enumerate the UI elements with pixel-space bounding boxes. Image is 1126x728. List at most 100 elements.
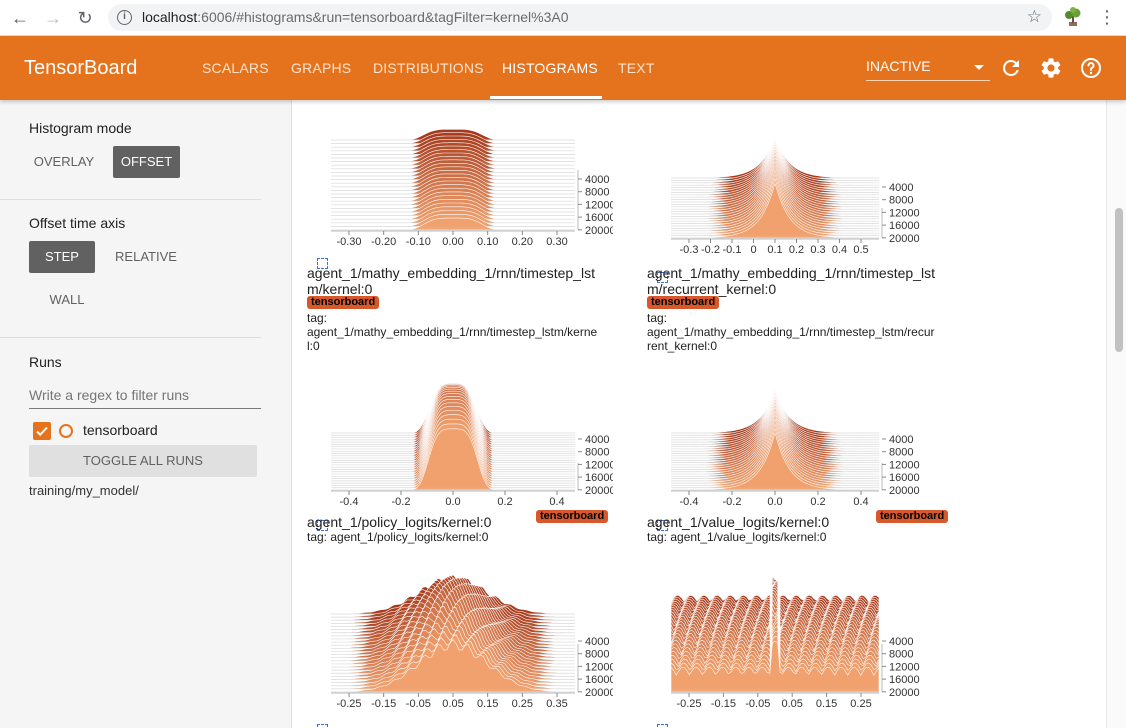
histogram-card: 4000 8000 12000 16000 20000 -0.4 -0.2 0.0 0.2 0.4… <box>633 358 973 548</box>
x-tick-label: -0.2 <box>723 496 742 508</box>
browser-toolbar: ← → ↻ i localhost:6006/#histograms&run=t… <box>0 0 1126 36</box>
run-color-icon <box>59 424 73 438</box>
tab-distributions[interactable]: DISTRIBUTIONS <box>373 60 484 76</box>
y-tick-label: 16000 <box>889 472 920 484</box>
y-tick-label: 12000 <box>585 459 613 471</box>
y-tick-label: 12000 <box>889 207 920 219</box>
browser-menu-icon[interactable]: ⋮ <box>1098 6 1116 30</box>
address-bar[interactable]: i localhost:6006/#histograms&run=tensorb… <box>108 4 1052 31</box>
y-tick-label: 4000 <box>889 636 913 648</box>
y-tick-label: 4000 <box>585 434 609 446</box>
x-tick-label: 0.0 <box>445 496 460 508</box>
x-tick-label: 0.4 <box>832 244 847 255</box>
x-tick-label: 0.1 <box>767 244 782 255</box>
wall-button[interactable]: WALL <box>38 284 96 316</box>
info-icon[interactable]: i <box>117 10 132 25</box>
x-tick-label: -0.4 <box>340 496 359 508</box>
help-icon[interactable] <box>1079 56 1103 80</box>
card-title: agent_1/value_logits/kernel:0 <box>647 514 830 530</box>
x-tick-label: 0.00 <box>442 236 463 248</box>
x-tick-label: 0.05 <box>781 698 802 710</box>
x-tick-label: -0.4 <box>680 496 699 508</box>
offset-button[interactable]: OFFSET <box>113 146 180 178</box>
tag-line: tag: <box>647 311 668 325</box>
run-checkbox[interactable] <box>33 422 51 440</box>
x-tick-label: -0.10 <box>406 236 431 248</box>
x-tick-label: -0.3 <box>680 244 699 255</box>
tab-text[interactable]: TEXT <box>618 60 655 76</box>
histogram-card: 4000 8000 12000 16000 20000 -0.25 -0.15 -0.05 0.… <box>293 552 633 728</box>
histogram-mode-title: Histogram mode <box>29 120 132 136</box>
card-title: agent_1/mathy_embedding_1/rnn/timestep_l… <box>307 265 595 297</box>
card-tag: tag: agent_1/mathy_embedding_1/rnn/timest… <box>307 311 597 353</box>
bookmark-star-icon[interactable]: ☆ <box>1027 7 1042 27</box>
y-tick-label: 8000 <box>585 447 609 459</box>
divider <box>0 199 261 200</box>
forward-icon[interactable]: → <box>41 6 65 30</box>
x-tick-label: 0.25 <box>850 698 871 710</box>
run-filter-input[interactable]: Write a regex to filter runs <box>29 387 261 409</box>
histogram-layer <box>670 431 880 491</box>
sidebar: Histogram mode OVERLAY OFFSET Offset tim… <box>0 100 292 728</box>
bonsai-extension-icon[interactable] <box>1062 6 1084 28</box>
tab-histograms[interactable]: HISTOGRAMS <box>502 60 598 76</box>
run-name: tensorboard <box>83 422 158 438</box>
scrollbar-thumb[interactable] <box>1115 208 1123 352</box>
scrollbar-track[interactable] <box>1106 100 1126 728</box>
tag-line: agent_1/mathy_embedding_1/rnn/timestep_l… <box>647 325 935 339</box>
y-tick-label: 8000 <box>585 187 609 199</box>
fit-domain-icon[interactable] <box>317 724 328 728</box>
histogram-card: 4000 8000 12000 16000 20000 -0.3 -0.2 -0.1 0 0.1 0… <box>633 100 973 355</box>
y-tick-label: 20000 <box>889 485 920 497</box>
toggle-all-runs-button[interactable]: TOGGLE ALL RUNS <box>29 445 257 477</box>
reload-icon[interactable]: ↻ <box>73 6 97 30</box>
x-tick-label: 0.2 <box>497 496 512 508</box>
x-tick-label: -0.15 <box>371 698 396 710</box>
run-badge: tensorboard <box>647 296 720 309</box>
offset-time-axis-title: Offset time axis <box>29 215 126 231</box>
tag-line: rent_kernel:0 <box>647 339 718 353</box>
back-icon[interactable]: ← <box>8 6 32 30</box>
y-tick-label: 4000 <box>585 174 609 186</box>
histogram-card: 4000 8000 12000 16000 20000 -0.4 -0.2 0.0 0.2 0.4… <box>293 358 633 548</box>
y-tick-label: 20000 <box>585 687 613 699</box>
card-title-line: m/kernel:0 <box>307 281 373 297</box>
overlay-button[interactable]: OVERLAY <box>29 146 99 178</box>
card-tag: tag: agent_1/mathy_embedding_1/rnn/timest… <box>647 311 935 353</box>
histogram-chart: 40008000120001600020000 -0.3 -0.2 -0.1 0 0.1 0… <box>670 134 920 255</box>
histogram-chart: 40008000120001600020000 -0.25 -0.15 -0.05 0.… <box>670 576 920 710</box>
refresh-icon[interactable] <box>999 56 1023 80</box>
histogram-chart: 40008000120001600020000 -0.4 -0.2 0.0 0.2 0.4 <box>670 386 920 508</box>
run-badge: tensorboard <box>307 296 380 309</box>
card-title: agent_1/mathy_embedding_1/rnn/timestep_l… <box>647 265 935 297</box>
histogram-layer <box>670 182 880 239</box>
x-tick-label: 0.20 <box>512 236 533 248</box>
y-tick-label: 20000 <box>585 485 613 497</box>
x-tick-label: 0.15 <box>816 698 837 710</box>
tag-line: agent_1/mathy_embedding_1/rnn/timestep_l… <box>307 325 598 339</box>
url-text[interactable]: localhost:6006/#histograms&run=tensorboa… <box>142 9 568 25</box>
app-title: TensorBoard <box>24 57 138 79</box>
inactive-plugins-select[interactable]: INACTIVE <box>866 58 990 81</box>
y-tick-label: 8000 <box>889 195 913 207</box>
chevron-down-icon <box>974 65 984 70</box>
y-tick-label: 16000 <box>585 212 613 224</box>
card-title: agent_1/policy_logits/kernel:0 <box>307 514 492 530</box>
card-tag: tag: agent_1/value_logits/kernel:0 <box>647 530 827 544</box>
fit-domain-icon[interactable] <box>657 724 668 728</box>
step-button[interactable]: STEP <box>29 241 95 273</box>
card-title-line: agent_1/mathy_embedding_1/rnn/timestep_l… <box>647 265 935 281</box>
active-tab-indicator <box>490 96 602 99</box>
x-tick-label: 0.3 <box>810 244 825 255</box>
x-tick-label: -0.2 <box>392 496 411 508</box>
tab-scalars[interactable]: SCALARS <box>202 60 269 76</box>
x-tick-label: -0.20 <box>371 236 396 248</box>
gear-icon[interactable] <box>1039 56 1063 80</box>
x-tick-label: 0.2 <box>789 244 804 255</box>
card-tag: tag: agent_1/policy_logits/kernel:0 <box>307 530 489 544</box>
histogram-layer <box>331 217 575 231</box>
x-tick-label: -0.25 <box>336 698 361 710</box>
x-tick-label: -0.30 <box>336 236 361 248</box>
tab-graphs[interactable]: GRAPHS <box>291 60 351 76</box>
relative-button[interactable]: RELATIVE <box>110 241 182 273</box>
